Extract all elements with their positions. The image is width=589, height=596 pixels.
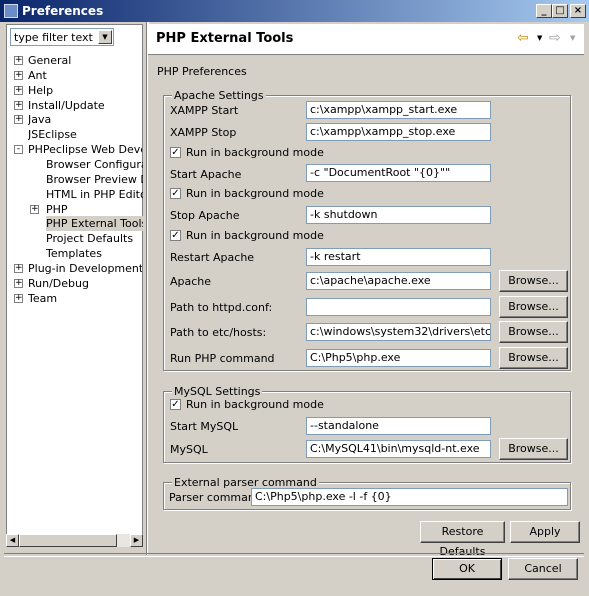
filter-input[interactable]: type filter text ▼	[10, 28, 114, 46]
start-apache-label: Start Apache	[170, 168, 242, 181]
ok-button[interactable]: OK	[432, 558, 502, 580]
xampp-stop-field[interactable]: c:\xampp\xampp_stop.exe	[306, 123, 491, 141]
scroll-right-icon[interactable]: ▶	[130, 534, 143, 547]
chevron-down-icon[interactable]: ▼	[98, 30, 112, 44]
tree-item[interactable]: Browser Configuratio	[46, 157, 143, 172]
tree-item[interactable]: Ant	[28, 68, 47, 83]
apply-button[interactable]: Apply	[510, 521, 580, 543]
php-command-label: Run PHP command	[170, 352, 275, 365]
xampp-stop-label: XAMPP Stop	[170, 126, 237, 139]
page-subtitle: PHP Preferences	[157, 65, 247, 78]
tree-item[interactable]: Run/Debug	[28, 276, 89, 291]
tree-item[interactable]: Help	[28, 83, 53, 98]
start-mysql-label: Start MySQL	[170, 420, 239, 433]
tree-expander-icon[interactable]: +	[14, 293, 23, 303]
restore-defaults-button[interactable]: Restore Defaults	[420, 521, 505, 558]
tree-expander-icon[interactable]: +	[14, 85, 23, 95]
xampp-start-label: XAMPP Start	[170, 104, 239, 117]
restart-background-checkbox[interactable]: ✓	[170, 230, 181, 241]
httpd-browse-button[interactable]: Browse...	[499, 296, 568, 318]
xampp-start-field[interactable]: c:\xampp\xampp_start.exe	[306, 101, 491, 119]
apache-browse-button[interactable]: Browse...	[499, 270, 568, 292]
mysql-path-field[interactable]: C:\MySQL41\bin\mysqld-nt.exe	[306, 440, 491, 458]
mysql-label: MySQL	[170, 443, 208, 456]
maximize-button[interactable]: □	[552, 4, 568, 18]
scroll-left-icon[interactable]: ◀	[6, 534, 19, 547]
minimize-button[interactable]: _	[536, 4, 552, 18]
tree-item[interactable]: General	[28, 53, 71, 68]
hosts-field[interactable]: c:\windows\system32\drivers\etc\hosts	[306, 323, 491, 341]
tree-item[interactable]: Install/Update	[28, 98, 105, 113]
stop-background-label: Run in background mode	[186, 187, 324, 200]
apache-path-field[interactable]: c:\apache\apache.exe	[306, 272, 491, 290]
httpd-conf-label: Path to httpd.conf:	[170, 301, 273, 314]
tree-item[interactable]: Templates	[46, 246, 102, 261]
close-button[interactable]: ×	[570, 4, 586, 18]
tree-item[interactable]: HTML in PHP Editor	[46, 187, 143, 202]
back-menu-chevron-icon[interactable]: ▼	[537, 34, 542, 42]
cancel-button[interactable]: Cancel	[508, 558, 578, 580]
apache-label: Apache	[170, 275, 212, 288]
window-title: Preferences	[22, 4, 104, 18]
tree-item[interactable]: Team	[28, 291, 57, 306]
tree-item[interactable]: Plug-in Development	[28, 261, 142, 276]
start-apache-field[interactable]: -c "DocumentRoot "{0}""	[306, 164, 491, 182]
hosts-browse-button[interactable]: Browse...	[499, 321, 568, 343]
restart-apache-field[interactable]: -k restart	[306, 248, 491, 266]
tree-item[interactable]: PHPeclipse Web Developm	[28, 142, 142, 157]
tree-item[interactable]: JSEclipse	[28, 127, 77, 142]
tree-expander-icon[interactable]: +	[14, 115, 23, 125]
stop-apache-field[interactable]: -k shutdown	[306, 206, 491, 224]
tree-horizontal-scrollbar[interactable]: ◀ ▶	[6, 534, 143, 547]
tree-expander-icon[interactable]: +	[14, 56, 23, 65]
forward-menu-chevron-icon[interactable]: ▼	[570, 34, 575, 42]
restart-apache-label: Restart Apache	[170, 251, 255, 264]
tree-item[interactable]: Browser Preview Defa	[46, 172, 143, 187]
mysql-background-checkbox[interactable]: ✓	[170, 399, 181, 410]
tree-item[interactable]: Project Defaults	[46, 231, 133, 246]
tree-expander-icon[interactable]: +	[14, 70, 23, 80]
parser-command-field[interactable]: C:\Php5\php.exe -l -f {0}	[251, 488, 568, 506]
tree-expander-icon[interactable]: +	[30, 204, 39, 214]
start-background-checkbox[interactable]: ✓	[170, 147, 181, 158]
parser-command-label: Parser command	[169, 491, 262, 504]
restart-background-label: Run in background mode	[186, 229, 324, 242]
tree-expander-icon[interactable]: +	[14, 278, 23, 288]
forward-arrow-icon[interactable]: ⇨	[549, 30, 561, 46]
hosts-label: Path to etc/hosts:	[170, 326, 267, 339]
app-icon	[4, 4, 18, 18]
filter-text: type filter text	[14, 31, 93, 44]
tree-expander-icon[interactable]: -	[14, 145, 23, 155]
mysql-browse-button[interactable]: Browse...	[499, 438, 568, 460]
tree-item[interactable]: PHP External Tools	[46, 216, 143, 232]
start-mysql-field[interactable]: --standalone	[306, 417, 491, 435]
stop-background-checkbox[interactable]: ✓	[170, 188, 181, 199]
mysql-settings-legend: MySQL Settings	[172, 385, 263, 398]
httpd-conf-field[interactable]	[306, 298, 491, 316]
tree-expander-icon[interactable]: +	[14, 100, 23, 110]
php-browse-button[interactable]: Browse...	[499, 347, 568, 369]
start-background-label: Run in background mode	[186, 146, 324, 159]
php-command-field[interactable]: C:\Php5\php.exe	[306, 349, 491, 367]
apache-settings-legend: Apache Settings	[172, 89, 266, 102]
scroll-thumb[interactable]	[19, 534, 117, 547]
back-arrow-icon[interactable]: ⇦	[517, 30, 529, 46]
page-title: PHP External Tools	[156, 31, 294, 46]
separator	[4, 553, 584, 557]
tree-expander-icon[interactable]: +	[14, 263, 23, 273]
tree-item[interactable]: PHP	[46, 202, 68, 217]
stop-apache-label: Stop Apache	[170, 209, 240, 222]
title-bar: Preferences _ □ ×	[0, 0, 589, 22]
tree-item[interactable]: Java	[28, 112, 51, 127]
mysql-background-label: Run in background mode	[186, 398, 324, 411]
